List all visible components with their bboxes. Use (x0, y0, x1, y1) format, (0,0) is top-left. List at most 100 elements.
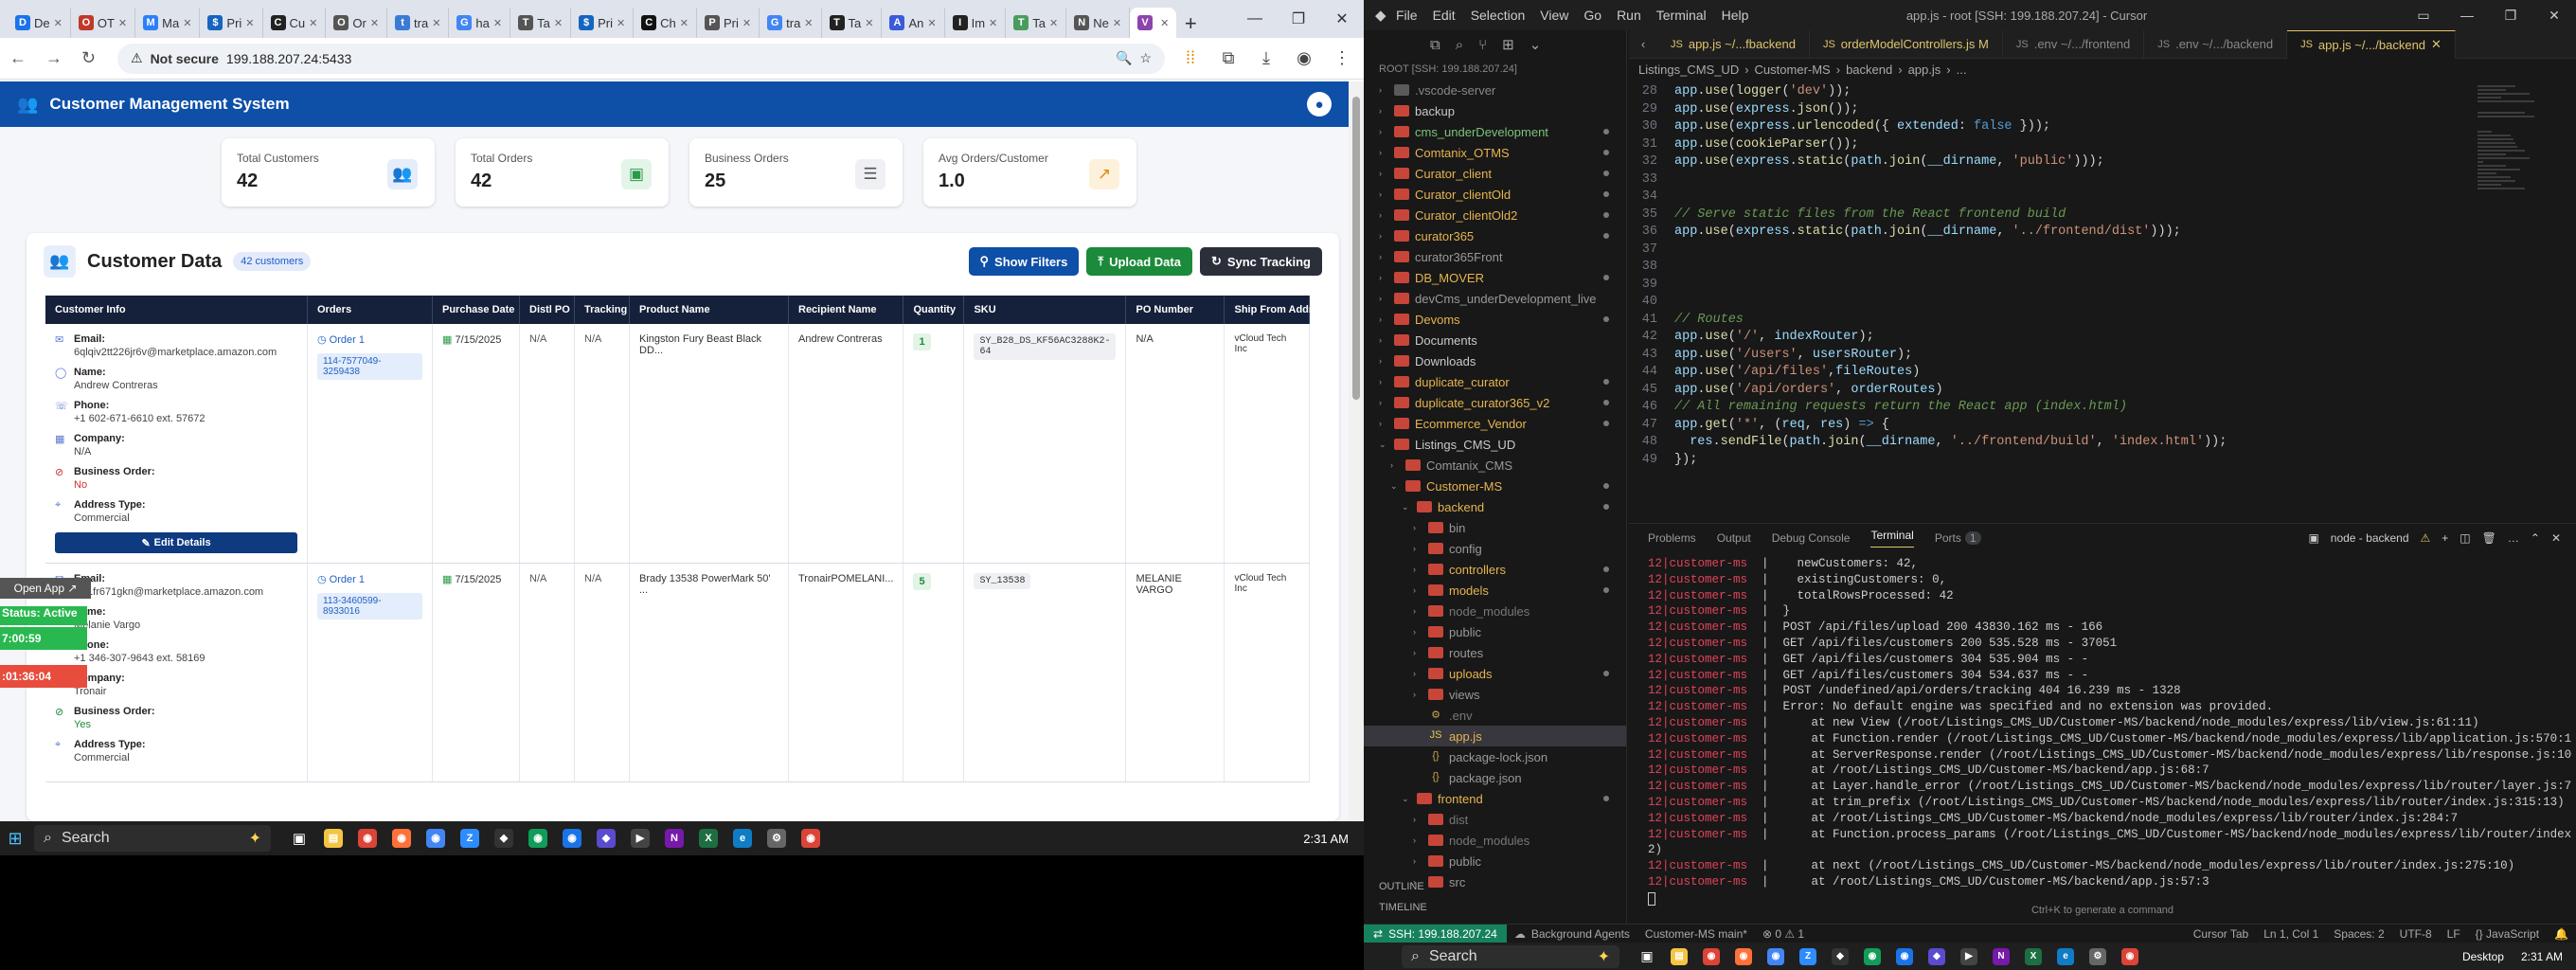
tab-close-icon[interactable]: ✕ (617, 17, 625, 29)
tab-close-icon[interactable]: ✕ (804, 17, 813, 29)
browser-tab[interactable]: T Ta ✕ (1006, 8, 1067, 38)
tree-folder[interactable]: › Curator_client (1364, 163, 1626, 184)
code-view[interactable]: 28 app.use(logger('dev')); 29 app.use(expre… (1629, 83, 2462, 469)
browser-tab[interactable]: I Im ✕ (945, 8, 1007, 38)
cursor-position[interactable]: Ln 1, Col 1 (2256, 927, 2326, 941)
terminal-cursor[interactable] (1648, 891, 1655, 906)
excel-icon[interactable]: X (2017, 943, 2049, 970)
menu-item[interactable]: Help (1722, 8, 1749, 23)
terminal-name[interactable]: node - backend (2331, 531, 2409, 545)
chrome-icon[interactable]: ◉ (419, 821, 453, 855)
menu-item[interactable]: Edit (1433, 8, 1456, 23)
more-icon[interactable]: … (2508, 531, 2519, 545)
column-header[interactable]: PO Number (1125, 296, 1225, 324)
chrome-icon[interactable]: ◉ (2114, 943, 2146, 970)
terminal-output[interactable]: 12|customer-ms | newCustomers: 42, 12|cus… (1648, 556, 2572, 906)
tab-close-icon[interactable]: ✕ (183, 17, 191, 29)
trash-icon[interactable]: 🗑 (2482, 531, 2496, 545)
chrome-icon[interactable]: ◉ (1856, 943, 1888, 970)
taskbar-clock[interactable]: 2:31 AM (1303, 832, 1364, 846)
chrome-icon[interactable]: ◉ (794, 821, 828, 855)
tree-folder[interactable]: › public (1364, 851, 1626, 871)
split-terminal-icon[interactable]: ◫ (2460, 531, 2470, 545)
show-filters-button[interactable]: ⚲ Show Filters (968, 247, 1080, 276)
terminal-icon[interactable]: ▶ (1953, 943, 1985, 970)
menu-item[interactable]: Go (1583, 8, 1601, 23)
chrome-icon[interactable]: ◉ (555, 821, 589, 855)
editor-tab[interactable]: JS orderModelControllers.js M (1810, 29, 2003, 59)
files-icon[interactable]: ⧉ (1430, 37, 1440, 53)
files-icon[interactable]: ▤ (1663, 943, 1695, 970)
tree-folder[interactable]: › bin (1364, 517, 1626, 538)
git-branch[interactable]: Customer-MS main* (1637, 927, 1755, 941)
taskbar-clock[interactable]: 2:31 AM (2521, 950, 2563, 963)
firefox-icon[interactable]: ◉ (385, 821, 419, 855)
tree-folder[interactable]: › duplicate_curator (1364, 371, 1626, 392)
breadcrumb-item[interactable]: Customer-MS (1755, 63, 1831, 77)
panel-tab[interactable]: Output (1717, 531, 1751, 545)
browser-tab[interactable]: C Cu ✕ (263, 8, 327, 38)
browser-tab[interactable]: Gtra ✕ (760, 8, 822, 38)
edit-details-button[interactable]: ✎ Edit Details (55, 532, 297, 553)
tree-folder[interactable]: › node_modules (1364, 830, 1626, 851)
puzzle-icon[interactable]: ⧉ (1216, 48, 1241, 68)
encoding[interactable]: UTF-8 (2392, 927, 2440, 941)
panel-tab[interactable]: Ports 1 (1935, 531, 1981, 545)
column-header[interactable]: Recipient Name (788, 296, 904, 324)
terminal-icon[interactable]: ▶ (623, 821, 657, 855)
tree-folder[interactable]: › Documents (1364, 330, 1626, 350)
menu-item[interactable]: Run (1617, 8, 1641, 23)
tree-folder[interactable]: › public (1364, 621, 1626, 642)
column-header[interactable]: Product Name (629, 296, 789, 324)
tab-close-icon[interactable]: ✕ (1160, 17, 1169, 29)
chrome-icon[interactable]: ◉ (521, 821, 555, 855)
files-icon[interactable]: ▤ (316, 821, 350, 855)
edge-icon[interactable]: e (2049, 943, 2082, 970)
breadcrumb-item[interactable]: Listings_CMS_UD (1638, 63, 1739, 77)
more-icon[interactable]: ⋮ (1330, 48, 1354, 68)
scrollbar-thumb[interactable] (1352, 97, 1360, 400)
language-mode[interactable]: {} JavaScript (2468, 927, 2547, 941)
tree-folder[interactable]: › routes (1364, 642, 1626, 663)
tree-folder[interactable]: › Ecommerce_Vendor (1364, 413, 1626, 434)
firefox-icon[interactable]: ◉ (1727, 943, 1760, 970)
browser-tab[interactable]: $ Pri ✕ (200, 8, 263, 38)
breadcrumb-item[interactable]: app.js (1908, 63, 1941, 77)
layout-icon[interactable]: ▭ (2402, 8, 2445, 24)
url-text[interactable]: 199.188.207.24:5433 (226, 51, 351, 66)
browser-tab[interactable]: $ Pri ✕ (571, 8, 635, 38)
tab-close-icon[interactable]: ✕ (432, 17, 440, 29)
tab-close-icon[interactable]: ✕ (493, 17, 502, 29)
excel-icon[interactable]: X (691, 821, 725, 855)
tree-folder[interactable]: ⌄ frontend (1364, 788, 1626, 809)
order-link[interactable]: ◷ Order 1 (317, 573, 422, 585)
breadcrumb-item[interactable]: ... (1957, 63, 1967, 77)
tab-close-icon[interactable]: ✕ (742, 17, 751, 29)
tree-folder[interactable]: ⌄ backend (1364, 496, 1626, 517)
page-scrollbar[interactable] (1349, 81, 1364, 821)
tree-file[interactable]: {} package.json (1364, 767, 1626, 788)
close-panel-icon[interactable]: ✕ (2551, 531, 2561, 545)
bell-icon[interactable]: 🔔 (2547, 927, 2576, 941)
chrome-icon[interactable]: ◉ (350, 821, 385, 855)
browser-tab[interactable]: Gha ✕ (449, 8, 511, 38)
tree-folder[interactable]: › Devoms (1364, 309, 1626, 330)
problems-count[interactable]: ⊗ 0 ⚠ 1 (1755, 927, 1812, 941)
minimize-icon[interactable]: — (2445, 8, 2489, 24)
reload-icon[interactable]: ↻ (81, 48, 104, 68)
editor-tab[interactable]: JS app.js ~/.../backend ✕ (2287, 29, 2456, 59)
minimize-icon[interactable]: — (1233, 0, 1277, 38)
download-icon[interactable]: ⤓ (1254, 48, 1279, 68)
zoom-icon[interactable]: Z (453, 821, 487, 855)
browser-tab[interactable]: V ✕ (1130, 8, 1177, 38)
security-label[interactable]: Not secure (151, 51, 219, 66)
tree-folder[interactable]: › .vscode-server (1364, 80, 1626, 100)
order-link[interactable]: ◷ Order 1 (317, 333, 422, 346)
editor-tab[interactable]: JS .env ~/.../backend (2144, 29, 2288, 59)
chrome-icon[interactable]: ◉ (1760, 943, 1792, 970)
back-icon[interactable]: ← (9, 48, 32, 68)
timer-overlay[interactable]: Open App ↗ Status: Active 7:00:59 :01:36… (0, 578, 91, 692)
menu-item[interactable]: View (1540, 8, 1568, 23)
browser-tab[interactable]: T Ta ✕ (822, 8, 883, 38)
profile-icon[interactable]: ◉ (1292, 48, 1316, 68)
